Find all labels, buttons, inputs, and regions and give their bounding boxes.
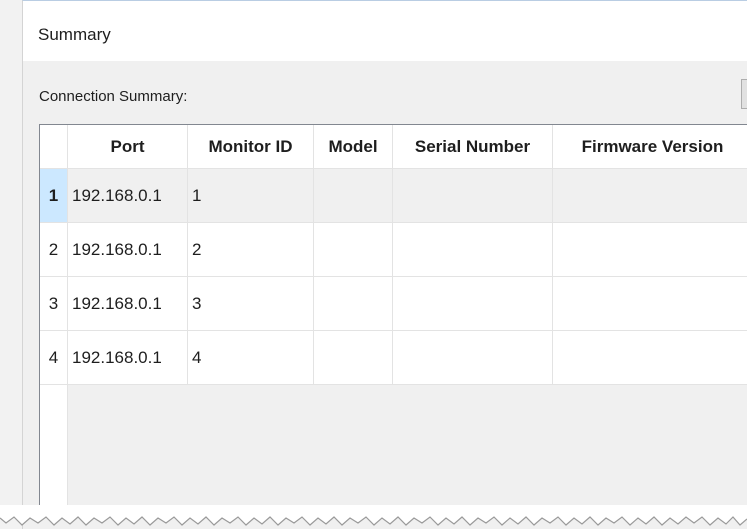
cell-port[interactable]: 192.168.0.1 (68, 169, 188, 223)
column-header-port[interactable]: Port (68, 125, 188, 169)
cell-firmware-version[interactable] (553, 331, 747, 385)
row-header[interactable]: 3 (40, 277, 68, 331)
cell-port[interactable]: 192.168.0.1 (68, 331, 188, 385)
cell-serial-number[interactable] (393, 277, 553, 331)
cell-model[interactable] (314, 331, 393, 385)
cell-serial-number[interactable] (393, 331, 553, 385)
cell-monitor-id[interactable]: 3 (188, 277, 314, 331)
cell-port[interactable]: 192.168.0.1 (68, 277, 188, 331)
side-scroll-button[interactable] (741, 79, 747, 109)
cell-monitor-id[interactable]: 2 (188, 223, 314, 277)
cell-model[interactable] (314, 277, 393, 331)
column-header-serial-number[interactable]: Serial Number (393, 125, 553, 169)
cell-serial-number[interactable] (393, 169, 553, 223)
corner-header[interactable] (40, 125, 68, 169)
cell-firmware-version[interactable] (553, 223, 747, 277)
title-bar: Summary (23, 1, 747, 61)
summary-window: Summary Connection Summary: Port Monitor… (22, 0, 747, 529)
column-header-model[interactable]: Model (314, 125, 393, 169)
row-header[interactable]: 4 (40, 331, 68, 385)
row-header[interactable]: 2 (40, 223, 68, 277)
torn-edge (0, 505, 747, 526)
cell-serial-number[interactable] (393, 223, 553, 277)
cell-monitor-id[interactable]: 1 (188, 169, 314, 223)
row-header-filler (40, 385, 68, 505)
background-window-edge (0, 0, 22, 529)
column-header-monitor-id[interactable]: Monitor ID (188, 125, 314, 169)
connection-summary-label: Connection Summary: (39, 88, 188, 105)
cell-port[interactable]: 192.168.0.1 (68, 223, 188, 277)
cell-monitor-id[interactable]: 4 (188, 331, 314, 385)
connection-summary-grid[interactable]: Port Monitor ID Model Serial Number Firm… (39, 124, 747, 506)
window-title: Summary (38, 25, 111, 44)
cell-model[interactable] (314, 223, 393, 277)
cell-model[interactable] (314, 169, 393, 223)
cell-firmware-version[interactable] (553, 277, 747, 331)
cell-firmware-version[interactable] (553, 169, 747, 223)
row-header[interactable]: 1 (40, 169, 68, 223)
column-header-firmware-version[interactable]: Firmware Version (553, 125, 747, 169)
